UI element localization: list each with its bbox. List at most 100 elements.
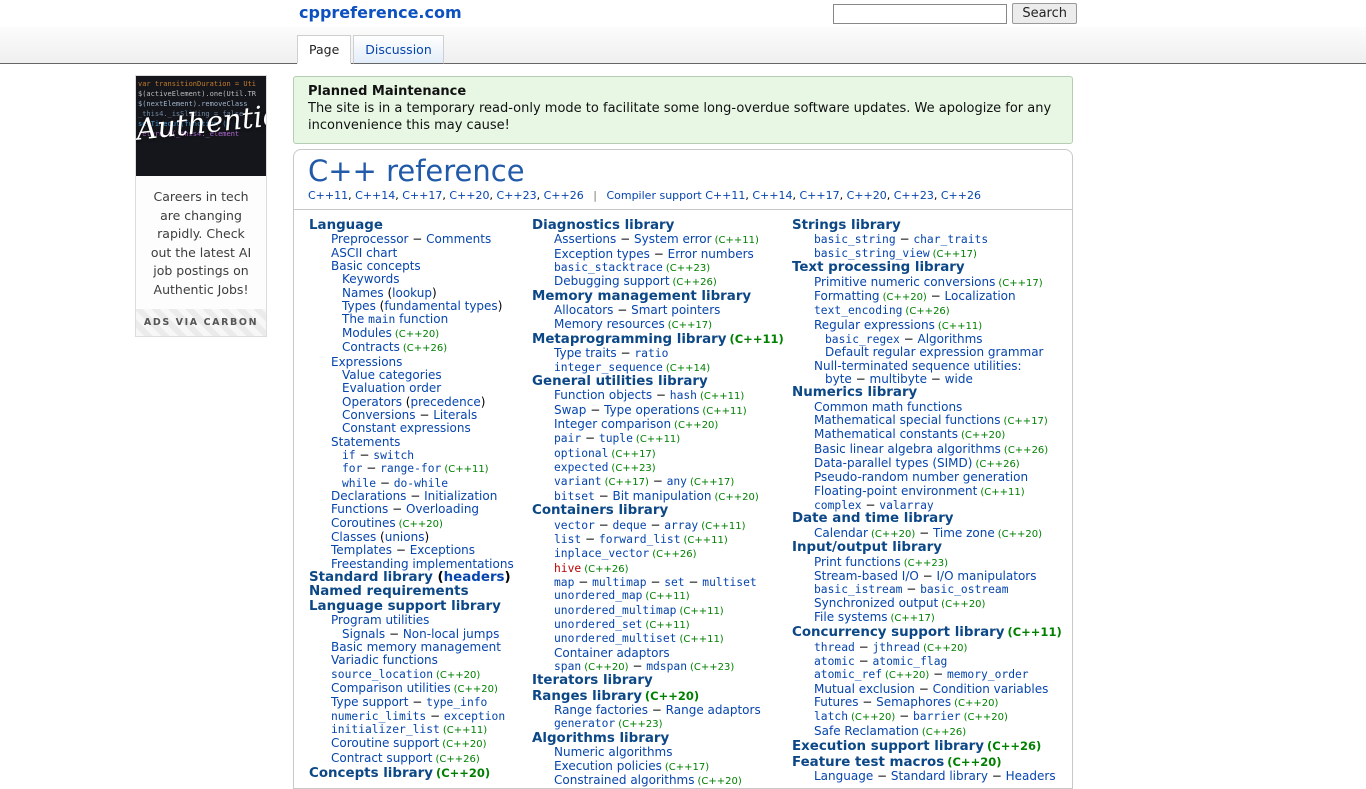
link[interactable]: Initialization <box>424 489 497 503</box>
link[interactable]: valarray <box>879 499 933 512</box>
link[interactable]: Allocators <box>554 303 613 317</box>
link[interactable]: Overloading <box>406 502 479 516</box>
link[interactable]: set <box>664 576 684 589</box>
link[interactable]: Classes <box>331 530 376 544</box>
link[interactable]: Pseudo-random number generation <box>814 470 1028 484</box>
link[interactable]: complex <box>814 499 862 512</box>
version-link[interactable]: C++23 <box>497 189 537 202</box>
ad-image[interactable]: var transitionDuration = Uti $(activeElem… <box>136 76 266 176</box>
link[interactable]: deque <box>613 519 647 532</box>
link[interactable]: File systems <box>814 610 888 624</box>
link[interactable]: Assertions <box>554 232 616 246</box>
link[interactable]: Mutual exclusion <box>814 682 915 696</box>
section-heading-link[interactable]: Named requirements <box>309 584 469 599</box>
link[interactable]: Null-terminated sequence utilities: <box>814 359 1022 373</box>
compiler-version-link[interactable]: C++14 <box>752 189 792 202</box>
link[interactable]: jthread <box>873 641 921 654</box>
link[interactable]: Preprocessor <box>331 232 408 246</box>
link[interactable]: Algorithms <box>918 332 983 346</box>
link[interactable]: Mathematical special functions <box>814 413 1001 427</box>
link[interactable]: thread <box>814 641 855 654</box>
link[interactable]: Exceptions <box>410 543 475 557</box>
link[interactable]: variant <box>554 475 602 488</box>
link[interactable]: range-for <box>380 462 441 475</box>
link[interactable]: precedence <box>410 395 480 409</box>
link[interactable]: Constant expressions <box>342 421 471 435</box>
search-button[interactable]: Search <box>1012 3 1077 24</box>
section-heading-link[interactable]: Concurrency support library <box>792 625 1004 640</box>
ad-footer-label[interactable]: ADS VIA CARBON <box>136 309 266 336</box>
link[interactable]: byte <box>825 372 852 386</box>
section-heading-link[interactable]: Text processing library <box>792 260 965 275</box>
link[interactable]: list <box>554 533 581 546</box>
section-heading-link[interactable]: General utilities library <box>532 374 708 389</box>
section-heading-link[interactable]: Strings library <box>792 218 901 233</box>
section-heading-link[interactable]: Concepts library <box>309 766 433 781</box>
tab-discussion[interactable]: Discussion <box>353 35 444 64</box>
link[interactable]: array <box>664 519 698 532</box>
link[interactable]: basic_regex <box>825 333 900 346</box>
section-heading-link[interactable]: Memory management library <box>532 289 751 304</box>
link[interactable]: unordered_set <box>554 618 642 631</box>
compiler-version-link[interactable]: C++20 <box>847 189 887 202</box>
link[interactable]: Type traits <box>554 346 617 360</box>
link[interactable]: Memory resources <box>554 317 665 331</box>
link[interactable]: inplace_vector <box>554 547 649 560</box>
link[interactable]: bitset <box>554 490 595 503</box>
section-heading-link[interactable]: Standard library <box>309 570 433 585</box>
version-link[interactable]: C++20 <box>449 189 489 202</box>
link[interactable]: unordered_multiset <box>554 632 676 645</box>
carbon-ad[interactable]: var transitionDuration = Uti $(activeElem… <box>135 75 267 337</box>
link[interactable]: Contract support <box>331 751 433 765</box>
version-link[interactable]: C++11 <box>308 189 348 202</box>
link[interactable]: Container adaptors <box>554 646 670 660</box>
link[interactable]: atomic_ref <box>814 668 882 681</box>
link[interactable]: Functions <box>331 502 388 516</box>
link[interactable]: Debugging support <box>554 274 670 288</box>
link[interactable]: expected <box>554 461 608 474</box>
link[interactable]: Semaphores <box>876 695 951 709</box>
link[interactable]: Error numbers <box>668 247 754 261</box>
link[interactable]: type_info <box>426 696 487 709</box>
link[interactable]: while <box>342 477 376 490</box>
link[interactable]: Variadic functions <box>331 653 438 667</box>
link[interactable]: generator <box>554 717 615 730</box>
link[interactable]: multimap <box>592 576 646 589</box>
link[interactable]: unions <box>385 530 425 544</box>
link[interactable]: fundamental types <box>384 299 497 313</box>
link[interactable]: Basic linear algebra algorithms <box>814 442 1001 456</box>
link[interactable]: Statements <box>331 435 400 449</box>
link[interactable]: Program utilities <box>331 613 429 627</box>
section-heading-link[interactable]: Date and time library <box>792 511 954 526</box>
link[interactable]: atomic <box>814 655 855 668</box>
link[interactable]: Modules <box>342 326 392 340</box>
link[interactable]: Synchronized output <box>814 596 938 610</box>
link[interactable]: Print functions <box>814 555 901 569</box>
link[interactable]: Coroutine support <box>331 736 439 750</box>
link[interactable]: Names <box>342 286 384 300</box>
link[interactable]: latch <box>814 710 848 723</box>
link[interactable]: Swap <box>554 403 586 417</box>
link[interactable]: memory_order <box>947 668 1029 681</box>
site-logo[interactable]: cppreference.com <box>299 3 462 22</box>
link[interactable]: basic_string <box>814 233 896 246</box>
link[interactable]: Smart pointers <box>631 303 720 317</box>
link[interactable]: switch <box>373 449 414 462</box>
ad-text[interactable]: Careers in tech are changing rapidly. Ch… <box>136 176 266 309</box>
link[interactable]: unordered_map <box>554 589 642 602</box>
link[interactable]: unordered_multimap <box>554 604 676 617</box>
link[interactable]: forward_list <box>599 533 681 546</box>
link[interactable]: mdspan <box>646 660 687 673</box>
link[interactable]: Common math functions <box>814 400 962 414</box>
link[interactable]: Basic concepts <box>331 259 421 273</box>
section-heading-link[interactable]: Iterators library <box>532 673 653 688</box>
link[interactable]: Expressions <box>331 355 402 369</box>
link[interactable]: source_location <box>331 668 433 681</box>
link[interactable]: Comparison utilities <box>331 681 451 695</box>
link[interactable]: basic_ostream <box>920 583 1008 596</box>
link[interactable]: initializer_list <box>331 723 440 736</box>
compiler-version-link[interactable]: C++26 <box>941 189 981 202</box>
link[interactable]: Keywords <box>342 272 400 286</box>
link[interactable]: map <box>554 576 574 589</box>
section-heading-link[interactable]: Containers library <box>532 503 668 518</box>
